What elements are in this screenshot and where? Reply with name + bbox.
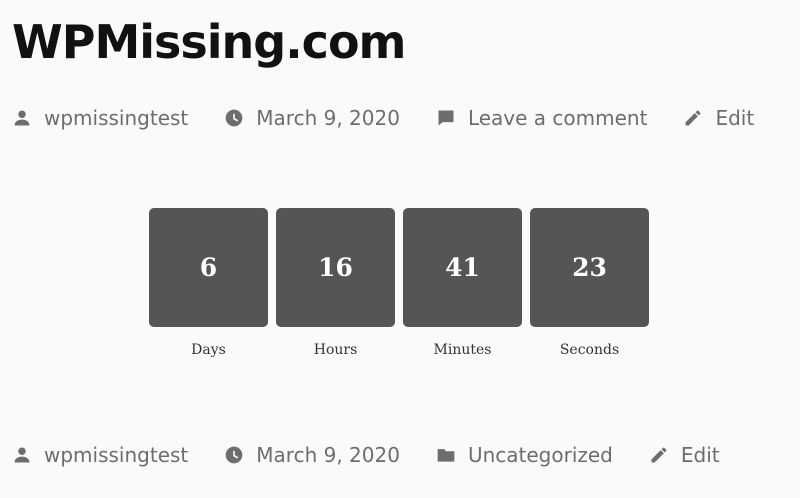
edit-link-bottom[interactable]: Edit bbox=[681, 443, 720, 467]
countdown-seconds-value: 23 bbox=[530, 208, 649, 327]
site-title[interactable]: WPMissing.com bbox=[12, 12, 406, 72]
countdown-days-label: Days bbox=[191, 342, 226, 358]
post-meta-bottom: wpmissingtest March 9, 2020 Uncategorize… bbox=[12, 440, 720, 470]
date-link[interactable]: March 9, 2020 bbox=[256, 106, 400, 130]
date-link-bottom[interactable]: March 9, 2020 bbox=[256, 443, 400, 467]
author-link-bottom[interactable]: wpmissingtest bbox=[44, 443, 188, 467]
countdown-seconds-label: Seconds bbox=[559, 342, 620, 358]
folder-icon bbox=[437, 449, 455, 462]
countdown-days-value: 6 bbox=[149, 208, 268, 327]
countdown-hours-value: 16 bbox=[276, 208, 395, 327]
pencil-icon bbox=[685, 110, 701, 126]
countdown-hours-label: Hours bbox=[313, 342, 358, 358]
meta-comment: Leave a comment bbox=[436, 106, 647, 130]
clock-icon bbox=[225, 109, 243, 127]
countdown-minutes-label: Minutes bbox=[433, 342, 492, 358]
comment-icon bbox=[438, 110, 454, 126]
countdown-minutes: 41 Minutes bbox=[403, 208, 522, 358]
post-meta-top: wpmissingtest March 9, 2020 Leave a comm… bbox=[12, 103, 754, 133]
meta-author-bottom: wpmissingtest bbox=[12, 443, 188, 467]
meta-edit-bottom: Edit bbox=[649, 443, 720, 467]
countdown-hours: 16 Hours bbox=[276, 208, 395, 358]
countdown-days: 6 Days bbox=[149, 208, 268, 358]
edit-link[interactable]: Edit bbox=[715, 106, 754, 130]
author-link[interactable]: wpmissingtest bbox=[44, 106, 188, 130]
person-icon bbox=[14, 447, 30, 463]
meta-category-bottom: Uncategorized bbox=[436, 443, 613, 467]
meta-date-bottom: March 9, 2020 bbox=[224, 443, 400, 467]
leave-comment-link[interactable]: Leave a comment bbox=[468, 106, 647, 130]
meta-edit: Edit bbox=[683, 106, 754, 130]
category-link[interactable]: Uncategorized bbox=[468, 443, 613, 467]
pencil-icon bbox=[651, 447, 667, 463]
meta-author: wpmissingtest bbox=[12, 106, 188, 130]
countdown-seconds: 23 Seconds bbox=[530, 208, 649, 358]
clock-icon bbox=[225, 446, 243, 464]
countdown-minutes-value: 41 bbox=[403, 208, 522, 327]
countdown-timer: 6 Days 16 Hours 41 Minutes 23 Seconds bbox=[149, 208, 649, 358]
person-icon bbox=[14, 110, 30, 126]
meta-date: March 9, 2020 bbox=[224, 106, 400, 130]
